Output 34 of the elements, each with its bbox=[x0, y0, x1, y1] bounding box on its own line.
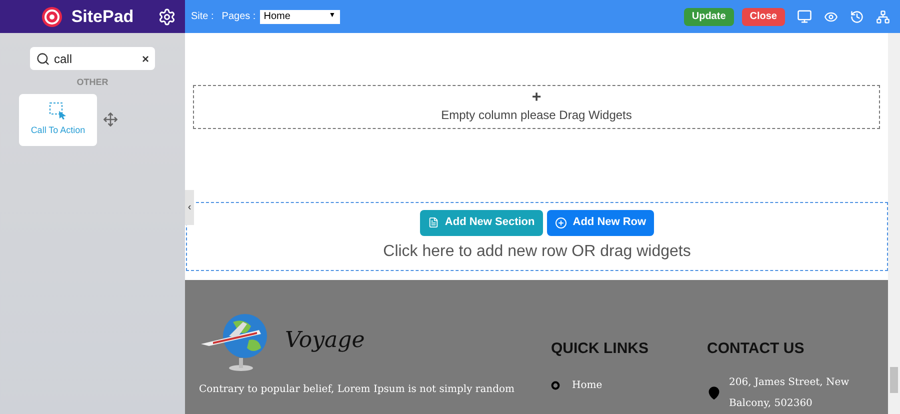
location-pin-icon bbox=[707, 386, 721, 400]
contact-address: 206, James Street, New Balcony, 502360 bbox=[729, 376, 850, 411]
history-icon[interactable] bbox=[850, 10, 864, 24]
eye-icon[interactable] bbox=[824, 10, 838, 24]
quick-link[interactable]: Home bbox=[572, 378, 602, 393]
logo-text: Voyage bbox=[285, 327, 365, 355]
sitemap-icon[interactable] bbox=[876, 10, 890, 24]
logo-icon bbox=[41, 6, 64, 28]
settings-icon[interactable] bbox=[158, 8, 176, 26]
add-row-hint: Click here to add new row OR drag widgets bbox=[383, 242, 691, 262]
quick-links-title: QUICK LINKS bbox=[551, 338, 650, 358]
group-label: OTHER bbox=[76, 76, 110, 89]
empty-column-text: Empty column please Drag Widgets bbox=[441, 107, 632, 124]
contact-title: CONTACT US bbox=[707, 338, 806, 358]
selection-cursor-icon bbox=[49, 102, 67, 120]
search-icon bbox=[36, 52, 50, 66]
close-button[interactable]: Close bbox=[742, 8, 785, 26]
clear-button[interactable]: × bbox=[142, 50, 149, 68]
brand-name: SitePad bbox=[71, 6, 134, 28]
add-row-button[interactable]: Add New Row bbox=[546, 210, 654, 236]
search-value: call bbox=[54, 50, 74, 68]
document-icon bbox=[428, 217, 439, 228]
drag-handle-icon[interactable] bbox=[103, 112, 118, 127]
monitor-icon[interactable] bbox=[797, 9, 812, 24]
pages-label: Pages : bbox=[222, 10, 256, 24]
site-label: Site : bbox=[191, 10, 214, 24]
bullet-icon bbox=[551, 381, 560, 390]
search-field[interactable]: call × bbox=[30, 47, 155, 70]
plus-circle-icon bbox=[554, 216, 567, 228]
about-text: Contrary to popular belief, Lorem Ipsum is not simply random bbox=[199, 382, 516, 396]
scrollbar[interactable] bbox=[888, 33, 900, 414]
update-button[interactable]: Update bbox=[684, 8, 734, 26]
collapse-tab[interactable]: ‹ bbox=[185, 190, 194, 225]
plus-sign[interactable]: + bbox=[532, 90, 542, 106]
